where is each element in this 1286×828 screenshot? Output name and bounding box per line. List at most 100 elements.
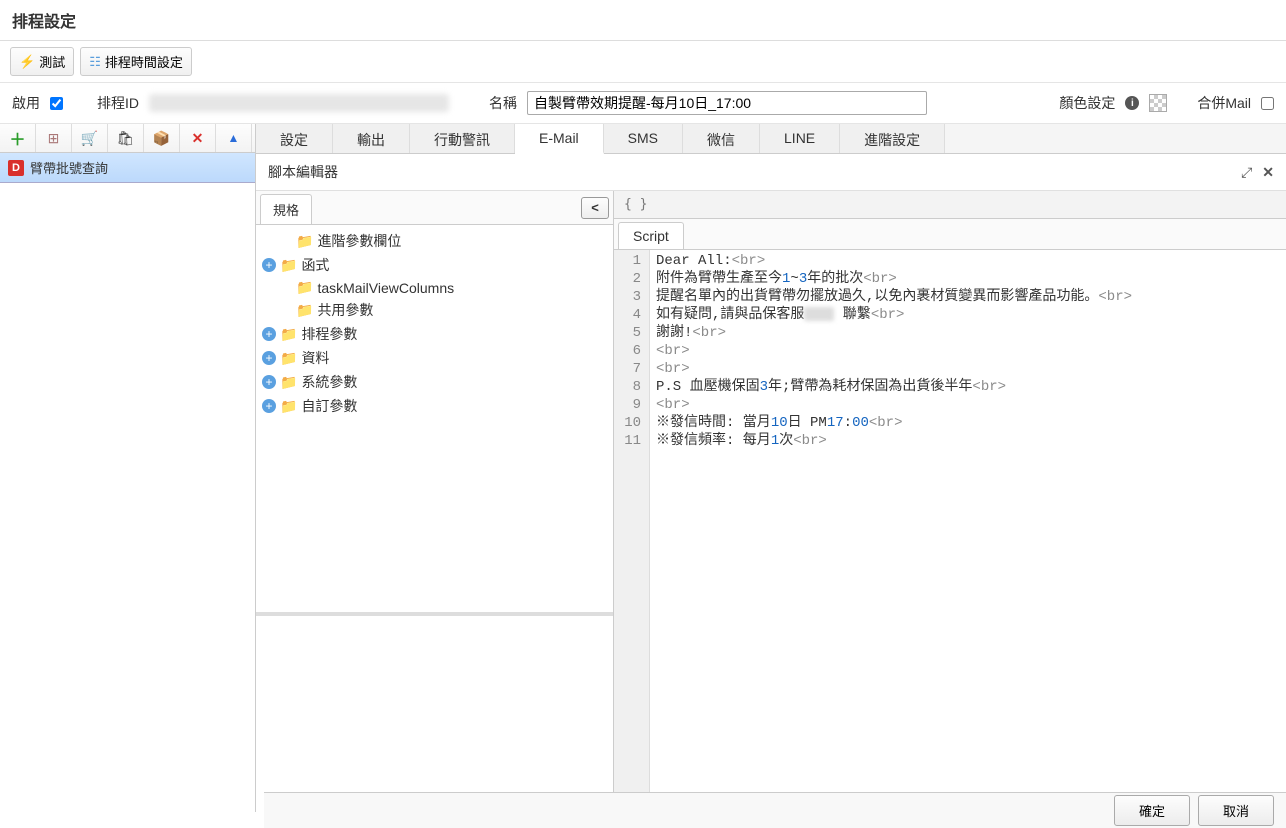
ok-button[interactable]: 確定 (1114, 795, 1190, 826)
editor-header: 腳本編輯器 ⤢ ✕ (256, 154, 1286, 191)
tree-node-taskmailviewcolumns[interactable]: + 📁 taskMailViewColumns (256, 277, 613, 298)
code-tab-row: Script (614, 219, 1286, 250)
plus-icon: ＋ (9, 126, 25, 150)
calendar-icon: ☷ (89, 54, 101, 70)
folder-icon: 📁 (280, 326, 297, 343)
tab-settings[interactable]: 設定 (256, 124, 333, 153)
code-lines[interactable]: Dear All:<br> 附件為臂帶生產至今1~3年的批次<br> 提醒名單內… (650, 250, 1138, 812)
code-column: { } Script 1234567891011 Dear All:<br> 附… (614, 191, 1286, 812)
color-swatch[interactable] (1149, 94, 1167, 112)
tab-line[interactable]: LINE (760, 124, 840, 153)
delete-button[interactable]: ✕ (180, 124, 216, 152)
package-button[interactable]: 📦 (144, 124, 180, 152)
right-panel: 設定 輸出 行動警訊 E-Mail SMS 微信 LINE 進階設定 腳本編輯器… (256, 124, 1286, 812)
basket-out-icon: 🛍 (117, 130, 135, 147)
tree-node-label: 函式 (301, 255, 329, 275)
tab-advanced[interactable]: 進階設定 (840, 124, 945, 153)
tree-node-label: 自訂參數 (301, 396, 357, 416)
main-layout: ＋ ⊞ 🛒 🛍 📦 ✕ ▲ D 臂帶批號查詢 設定 輸出 行動警訊 E-Mail… (0, 124, 1286, 812)
folder-icon: 📁 (296, 302, 313, 319)
collapse-up-button[interactable]: ▲ (216, 124, 252, 152)
redacted-name (804, 307, 834, 321)
color-label: 顏色設定 (1059, 93, 1115, 113)
tree-node-label: 系統參數 (301, 372, 357, 392)
code-tab-script[interactable]: Script (618, 222, 684, 249)
left-icon-toolbar: ＋ ⊞ 🛒 🛍 📦 ✕ ▲ (0, 124, 255, 153)
tree-column: 規格 < + 📁 進階參數欄位 + 📁 函式 + (256, 191, 614, 812)
cancel-button[interactable]: 取消 (1198, 795, 1274, 826)
name-label: 名稱 (489, 93, 517, 113)
tab-sms[interactable]: SMS (604, 124, 683, 153)
gutter: 1234567891011 (614, 250, 650, 812)
footer: 確定 取消 (264, 792, 1286, 828)
expand-icon[interactable]: + (262, 399, 276, 413)
tree-node-label: 進階參數欄位 (317, 231, 401, 251)
code-area[interactable]: 1234567891011 Dear All:<br> 附件為臂帶生產至今1~3… (614, 250, 1286, 812)
expand-icon[interactable]: ⤢ (1241, 164, 1252, 181)
top-toolbar: ⚡ 測試 ☷ 排程時間設定 (0, 41, 1286, 83)
tab-email[interactable]: E-Mail (515, 124, 604, 154)
code-toolbar: { } (614, 191, 1286, 219)
tree-tab-row: 規格 < (256, 191, 613, 225)
basket-in-icon: 🛒 (81, 130, 98, 147)
enable-label: 啟用 (12, 93, 40, 113)
add-button[interactable]: ＋ (0, 124, 36, 152)
tree-node-custom-params[interactable]: + 📁 自訂參數 (256, 394, 613, 418)
tree-node-shared-params[interactable]: + 📁 共用參數 (256, 298, 613, 322)
schedule-id-label: 排程ID (97, 93, 139, 113)
merge-mail-checkbox[interactable] (1261, 97, 1274, 110)
d-badge-icon: D (8, 160, 24, 176)
test-button[interactable]: ⚡ 測試 (10, 47, 74, 76)
editor-title: 腳本編輯器 (268, 162, 338, 182)
collapse-left-button[interactable]: < (581, 197, 609, 219)
tree-node-data[interactable]: + 📁 資料 (256, 346, 613, 370)
folder-icon: 📁 (296, 279, 313, 296)
page-title: 排程設定 (0, 0, 1286, 41)
tree-bottom-panel (256, 612, 613, 812)
close-icon[interactable]: ✕ (1262, 164, 1274, 181)
triangle-up-icon: ▲ (228, 131, 240, 145)
folder-icon: 📁 (280, 374, 297, 391)
import-button[interactable]: 🛒 (72, 124, 108, 152)
chevron-left-icon: < (591, 200, 599, 215)
tree-button[interactable]: ⊞ (36, 124, 72, 152)
tree-tab-spec[interactable]: 規格 (260, 194, 312, 224)
tree-node-system-params[interactable]: + 📁 系統參數 (256, 370, 613, 394)
enable-checkbox[interactable] (50, 97, 63, 110)
schedule-time-button[interactable]: ☷ 排程時間設定 (80, 47, 192, 76)
list-item-cuff-batch-query[interactable]: D 臂帶批號查詢 (0, 153, 255, 183)
tree-icon: ⊞ (48, 130, 60, 147)
tree-node-label: 排程參數 (301, 324, 357, 344)
tree-node-functions[interactable]: + 📁 函式 (256, 253, 613, 277)
editor-body: 規格 < + 📁 進階參數欄位 + 📁 函式 + (256, 191, 1286, 812)
export-button[interactable]: 🛍 (108, 124, 144, 152)
tab-output[interactable]: 輸出 (333, 124, 410, 153)
expand-icon[interactable]: + (262, 351, 276, 365)
tab-bar: 設定 輸出 行動警訊 E-Mail SMS 微信 LINE 進階設定 (256, 124, 1286, 154)
form-row: 啟用 排程ID 名稱 顏色設定 i 合併Mail (0, 83, 1286, 124)
folder-icon: 📁 (296, 233, 313, 250)
test-button-label: 測試 (39, 52, 65, 71)
expand-icon[interactable]: + (262, 375, 276, 389)
left-panel: ＋ ⊞ 🛒 🛍 📦 ✕ ▲ D 臂帶批號查詢 (0, 124, 256, 812)
tree-scroll[interactable]: + 📁 進階參數欄位 + 📁 函式 + 📁 taskMailViewColumn… (256, 225, 613, 612)
info-icon[interactable]: i (1125, 96, 1139, 110)
x-icon: ✕ (192, 130, 204, 147)
tree-node-schedule-params[interactable]: + 📁 排程參數 (256, 322, 613, 346)
tree-node-label: 資料 (301, 348, 329, 368)
list-item-label: 臂帶批號查詢 (30, 158, 108, 177)
folder-icon: 📁 (280, 398, 297, 415)
tree-node-advanced-param-fields[interactable]: + 📁 進階參數欄位 (256, 229, 613, 253)
expand-icon[interactable]: + (262, 327, 276, 341)
schedule-time-label: 排程時間設定 (105, 52, 183, 71)
tree-node-label: 共用參數 (317, 300, 373, 320)
tab-wechat[interactable]: 微信 (683, 124, 760, 153)
folder-icon: 📁 (280, 350, 297, 367)
lightning-icon: ⚡ (19, 54, 35, 70)
schedule-id-value (149, 94, 449, 112)
folder-icon: 📁 (280, 257, 297, 274)
expand-icon[interactable]: + (262, 258, 276, 272)
braces-icon[interactable]: { } (624, 197, 647, 212)
tab-mobile-alert[interactable]: 行動警訊 (410, 124, 515, 153)
name-input[interactable] (527, 91, 927, 115)
